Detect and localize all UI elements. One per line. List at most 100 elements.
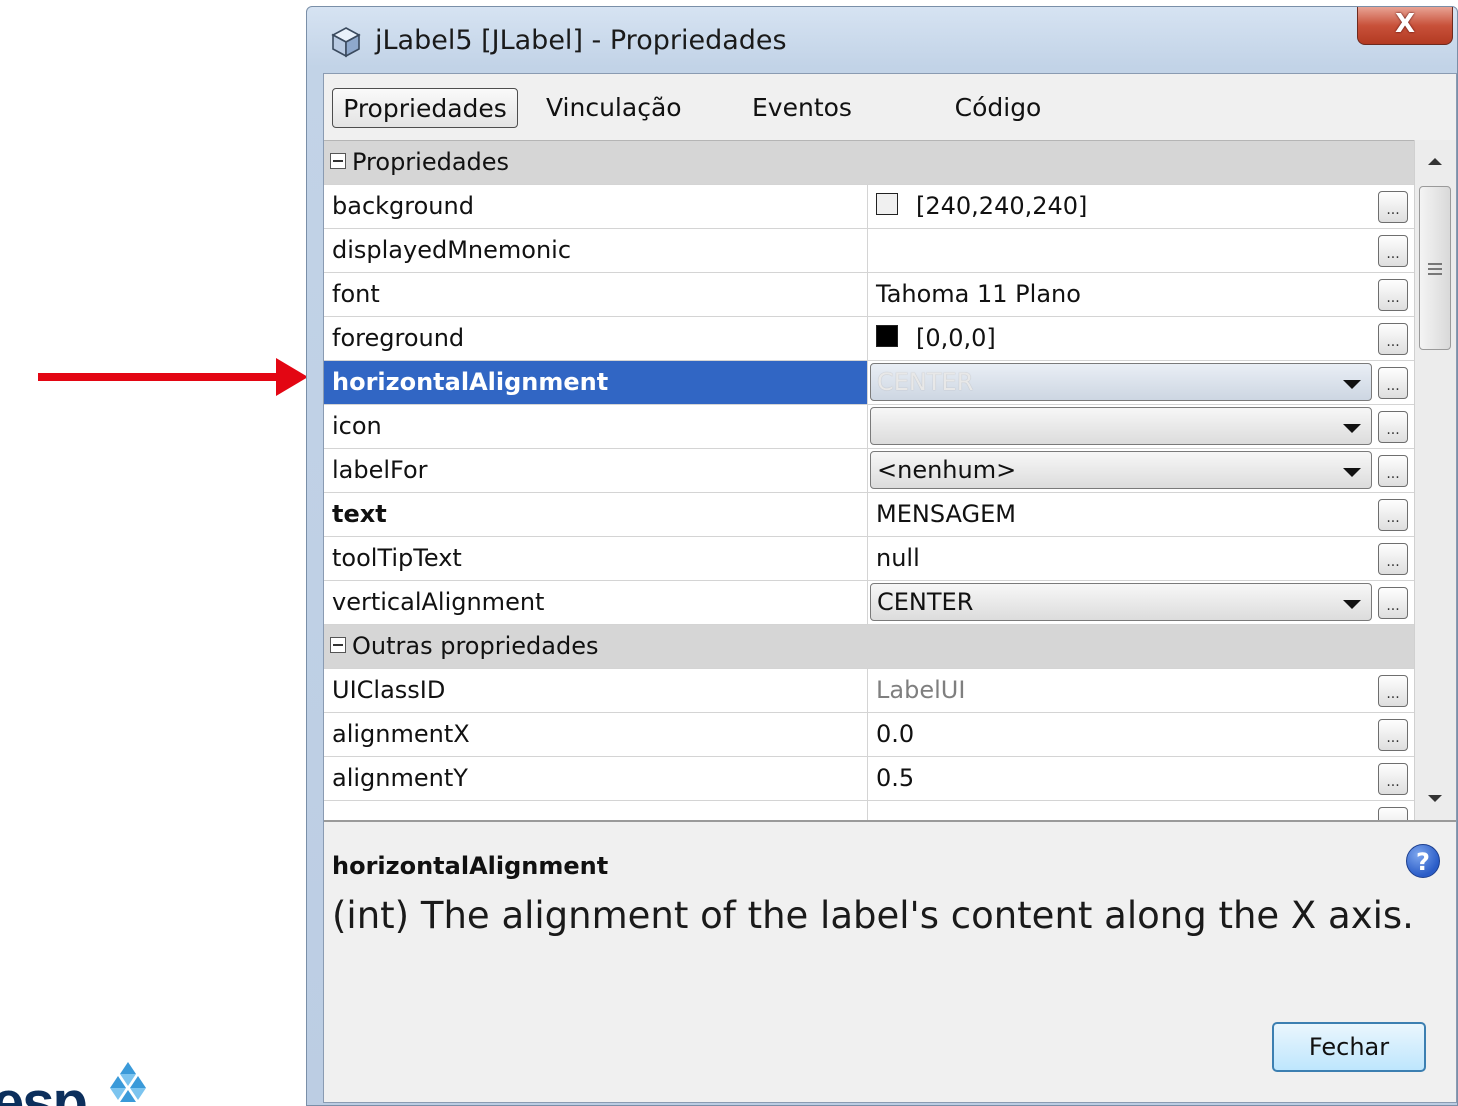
annotation-arrow-shaft — [38, 373, 284, 381]
color-swatch — [876, 325, 898, 347]
color-swatch — [876, 193, 898, 215]
property-row-foreground[interactable]: foreground [0,0,0] ... — [324, 317, 1414, 361]
property-name: icon — [324, 405, 868, 448]
property-row-text[interactable]: text MENSAGEM ... — [324, 493, 1414, 537]
tab-eventos[interactable]: Eventos — [744, 88, 860, 128]
labelfor-select[interactable]: <nenhum> — [870, 451, 1372, 489]
property-name: labelFor — [324, 449, 868, 492]
ellipsis-button[interactable]: ... — [1378, 191, 1408, 223]
grip-icon — [1428, 263, 1442, 278]
property-value[interactable]: Tahoma 11 Plano — [876, 273, 1081, 316]
property-name — [324, 801, 868, 821]
combo-value: <nenhum> — [877, 456, 1017, 484]
property-value: LabelUI — [876, 676, 966, 704]
ellipsis-button[interactable]: ... — [1378, 279, 1408, 311]
property-value[interactable]: MENSAGEM — [876, 493, 1016, 536]
scroll-down-arrow-icon[interactable] — [1428, 795, 1442, 802]
collapse-icon[interactable] — [330, 637, 346, 653]
section-header-propriedades[interactable]: Propriedades — [324, 141, 1414, 185]
bean-cube-icon — [331, 27, 361, 58]
property-name: alignmentY — [324, 757, 868, 800]
property-name: toolTipText — [324, 537, 868, 580]
ellipsis-button[interactable]: ... — [1378, 455, 1408, 487]
property-name: displayedMnemonic — [324, 229, 868, 272]
scroll-up-arrow-icon[interactable] — [1428, 158, 1442, 165]
property-row-background[interactable]: background [240,240,240] ... — [324, 185, 1414, 229]
property-row-displayedmnemonic[interactable]: displayedMnemonic ... — [324, 229, 1414, 273]
fechar-button[interactable]: Fechar — [1272, 1022, 1426, 1072]
property-name: verticalAlignment — [324, 581, 868, 624]
annotation-arrow-head — [276, 358, 308, 396]
window-close-button[interactable]: X — [1357, 7, 1453, 45]
property-value[interactable]: 0.0 — [876, 713, 914, 756]
section-propriedades: Propriedades — [330, 141, 509, 184]
ellipsis-button[interactable] — [1378, 807, 1408, 821]
ellipsis-button[interactable]: ... — [1378, 411, 1408, 443]
dialog-content: Propriedades Vinculação Eventos Código P… — [323, 73, 1457, 1103]
property-row-alignmentx[interactable]: alignmentX 0.0 ... — [324, 713, 1414, 757]
chevron-down-icon[interactable] — [1343, 600, 1361, 609]
ellipsis-button[interactable]: ... — [1378, 323, 1408, 355]
chevron-down-icon[interactable] — [1343, 468, 1361, 477]
tab-bar: Propriedades Vinculação Eventos Código — [324, 74, 1456, 140]
ellipsis-button[interactable]: ... — [1378, 763, 1408, 795]
property-value[interactable]: null — [876, 537, 920, 580]
property-row-alignmenty[interactable]: alignmentY 0.5 ... — [324, 757, 1414, 801]
property-row-partial[interactable] — [324, 801, 1414, 821]
chevron-down-icon[interactable] — [1343, 424, 1361, 433]
property-row-verticalalignment[interactable]: verticalAlignment CENTER ... — [324, 581, 1414, 625]
description-text: (int) The alignment of the label's conte… — [332, 894, 1414, 937]
scroll-thumb[interactable] — [1419, 186, 1451, 350]
vertical-alignment-select[interactable]: CENTER — [870, 583, 1372, 621]
chevron-down-icon[interactable] — [1343, 380, 1361, 389]
logo-mark-icon — [110, 1062, 146, 1102]
horizontal-alignment-select[interactable]: CENTER — [870, 363, 1372, 401]
section-header-outras-propriedades[interactable]: Outras propriedades — [324, 625, 1414, 669]
logo: esp — [0, 1060, 160, 1106]
property-value[interactable]: [240,240,240] — [876, 185, 1087, 228]
combo-value: CENTER — [877, 368, 974, 396]
section-propriedades-label: Propriedades — [352, 148, 510, 176]
property-value[interactable]: 0.5 — [876, 757, 914, 800]
ellipsis-button[interactable]: ... — [1378, 719, 1408, 751]
description-title: horizontalAlignment — [332, 852, 609, 880]
property-row-tooltiptext[interactable]: toolTipText null ... — [324, 537, 1414, 581]
property-row-font[interactable]: font Tahoma 11 Plano ... — [324, 273, 1414, 317]
ellipsis-button[interactable]: ... — [1378, 235, 1408, 267]
help-icon[interactable]: ? — [1406, 844, 1440, 878]
property-name: font — [324, 273, 868, 316]
title-bar[interactable]: jLabel5 [JLabel] - Propriedades X — [307, 7, 1457, 75]
vertical-scrollbar[interactable] — [1414, 140, 1456, 820]
properties-dialog: jLabel5 [JLabel] - Propriedades X Propri… — [306, 6, 1458, 1106]
property-name: alignmentX — [324, 713, 868, 756]
section-outras-label: Outras propriedades — [352, 632, 599, 660]
combo-value: CENTER — [877, 588, 974, 616]
property-name: UIClassID — [324, 669, 868, 712]
property-value[interactable]: [0,0,0] — [876, 317, 996, 360]
description-panel: horizontalAlignment ? (int) The alignmen… — [324, 820, 1456, 1102]
ellipsis-button[interactable]: ... — [1378, 675, 1408, 707]
property-sheet: Propriedades background [240,240,240] ..… — [324, 140, 1414, 821]
ellipsis-button[interactable]: ... — [1378, 367, 1408, 399]
property-row-labelfor[interactable]: labelFor <nenhum> ... — [324, 449, 1414, 493]
property-row-horizontalalignment[interactable]: horizontalAlignment CENTER ... — [324, 361, 1414, 405]
tab-vinculacao[interactable]: Vinculação — [546, 88, 682, 128]
property-name: foreground — [324, 317, 868, 360]
window-title: jLabel5 [JLabel] - Propriedades — [375, 25, 787, 56]
property-name: background — [324, 185, 868, 228]
icon-select[interactable] — [870, 407, 1372, 445]
property-name: horizontalAlignment — [324, 361, 868, 404]
tab-propriedades[interactable]: Propriedades — [332, 88, 518, 128]
tab-codigo[interactable]: Código — [944, 88, 1052, 128]
property-row-icon[interactable]: icon ... — [324, 405, 1414, 449]
property-value-text: [0,0,0] — [916, 324, 996, 352]
property-value-text: [240,240,240] — [916, 192, 1088, 220]
ellipsis-button[interactable]: ... — [1378, 543, 1408, 575]
ellipsis-button[interactable]: ... — [1378, 499, 1408, 531]
ellipsis-button[interactable]: ... — [1378, 587, 1408, 619]
collapse-icon[interactable] — [330, 153, 346, 169]
property-row-uiclassid[interactable]: UIClassID LabelUI ... — [324, 669, 1414, 713]
property-name: text — [324, 493, 868, 536]
logo-text: esp — [0, 1070, 88, 1106]
section-outras: Outras propriedades — [330, 625, 598, 668]
